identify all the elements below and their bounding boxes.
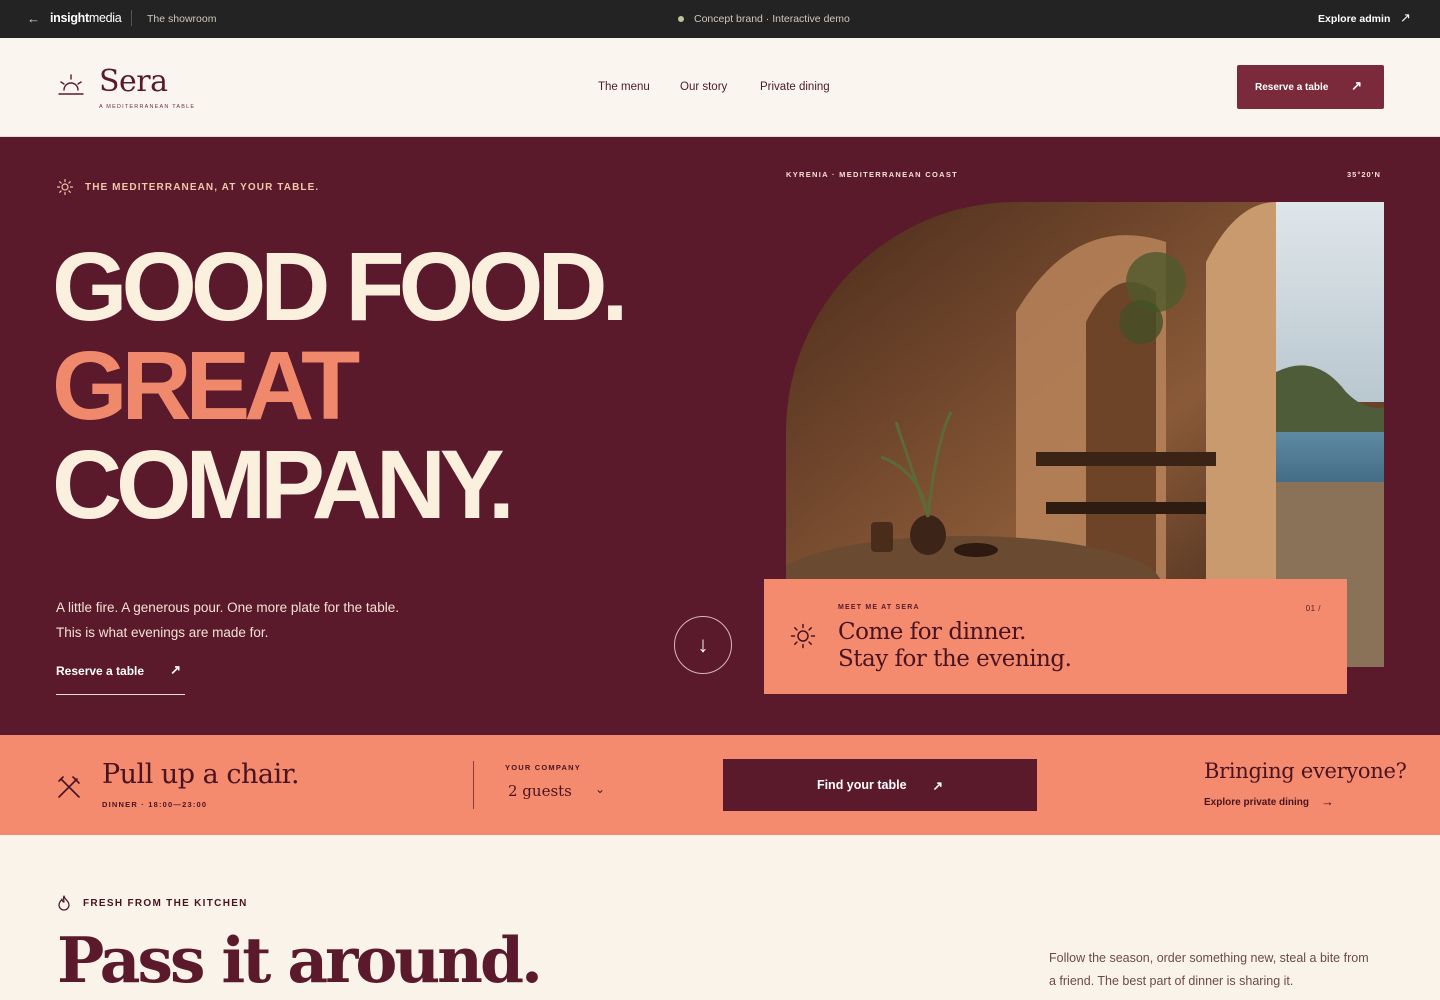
headline-line-1: GOOD FOOD. <box>52 232 628 341</box>
concept-label: Concept brand · Interactive demo <box>694 13 850 25</box>
sun-icon <box>57 179 73 195</box>
dinner-hours: DINNER · 18:00—23:00 <box>102 800 208 809</box>
arrow-up-right-icon[interactable]: ↗ <box>1400 10 1411 26</box>
site-header: Sera A MEDITERRANEAN TABLE The menu Our … <box>0 38 1440 137</box>
status-dot <box>678 16 684 22</box>
divider <box>131 10 132 26</box>
explore-admin-link[interactable]: Explore admin <box>1318 13 1390 25</box>
arrow-up-right-icon: ↗ <box>170 662 181 677</box>
arrow-up-right-icon: ↗ <box>932 778 944 793</box>
card-line-2: Stay for the evening. <box>838 646 1072 672</box>
hero-headline: GOOD FOOD. GREAT COMPANY. <box>52 232 628 539</box>
booking-divider <box>473 761 474 809</box>
showroom-label: The showroom <box>147 13 217 25</box>
hero-description: A little fire. A generous pour. One more… <box>56 600 399 640</box>
booking-title: Pull up a chair. <box>102 759 300 790</box>
hero-section: THE MEDITERRANEAN, AT YOUR TABLE. GOOD F… <box>0 137 1440 735</box>
insightmedia-logo[interactable]: insightmedia <box>50 11 122 25</box>
card-kicker: MEET ME AT SERA <box>838 604 920 611</box>
kitchen-section: FRESH FROM THE KITCHEN Pass it around. F… <box>0 835 1440 1000</box>
arrow-up-right-icon: ↗ <box>1351 78 1362 93</box>
company-label: YOUR COMPANY <box>505 763 581 772</box>
chevron-down-icon[interactable]: ⌄ <box>595 782 605 796</box>
nav-the-menu[interactable]: The menu <box>598 81 650 93</box>
arrow-right-icon[interactable]: → <box>1321 794 1334 809</box>
location-label: KYRENIA · MEDITERRANEAN COAST <box>786 170 959 179</box>
demo-bar: ← insightmedia The showroom Concept bran… <box>0 0 1440 38</box>
logo-tagline: A MEDITERRANEAN TABLE <box>99 104 196 110</box>
utensils-crossed-icon <box>58 776 80 798</box>
sun-icon <box>790 623 816 649</box>
guests-select[interactable]: 2 guests <box>508 782 572 800</box>
kitchen-label: FRESH FROM THE KITCHEN <box>83 897 248 909</box>
reserve-button-label: Reserve a table <box>1255 81 1329 93</box>
sunrise-icon <box>58 74 84 95</box>
coordinates-label: 35°20'N <box>1347 170 1381 179</box>
bringing-everyone-title: Bringing everyone? <box>1204 759 1407 783</box>
hero-card: MEET ME AT SERA 01 / Come for dinner. St… <box>764 579 1347 694</box>
kitchen-eyebrow: FRESH FROM THE KITCHEN <box>57 895 248 911</box>
logo-name[interactable]: Sera <box>99 64 168 99</box>
explore-private-dining-link[interactable]: Explore private dining <box>1204 797 1309 808</box>
hero-reserve-label: Reserve a table <box>56 664 145 678</box>
find-table-label: Find your table <box>816 778 907 792</box>
scroll-down-button[interactable]: ↓ <box>674 616 732 674</box>
card-line-1: Come for dinner. <box>838 619 1026 645</box>
card-number: 01 / <box>1305 604 1321 613</box>
hero-eyebrow: THE MEDITERRANEAN, AT YOUR TABLE. <box>57 179 319 195</box>
arrow-down-icon: ↓ <box>697 632 709 657</box>
kitchen-heading: Pass it around. <box>57 923 543 997</box>
reserve-button[interactable]: Reserve a table ↗ <box>1237 65 1384 109</box>
nav-private-dining[interactable]: Private dining <box>760 81 830 93</box>
headline-line-2: GREAT <box>52 331 360 440</box>
find-table-button[interactable]: Find your table ↗ <box>723 759 1037 811</box>
hero-reserve-link[interactable]: Reserve a table ↗ <box>56 662 185 695</box>
arrow-left-icon[interactable]: ← <box>27 11 40 26</box>
booking-strip: Pull up a chair. DINNER · 18:00—23:00 YO… <box>0 735 1440 835</box>
headline-line-3: COMPANY. <box>52 430 515 539</box>
kitchen-paragraph: Follow the season, order something new, … <box>1049 951 1369 988</box>
flame-icon <box>58 895 70 911</box>
nav-our-story[interactable]: Our story <box>680 81 727 93</box>
eyebrow-text: THE MEDITERRANEAN, AT YOUR TABLE. <box>85 181 320 193</box>
